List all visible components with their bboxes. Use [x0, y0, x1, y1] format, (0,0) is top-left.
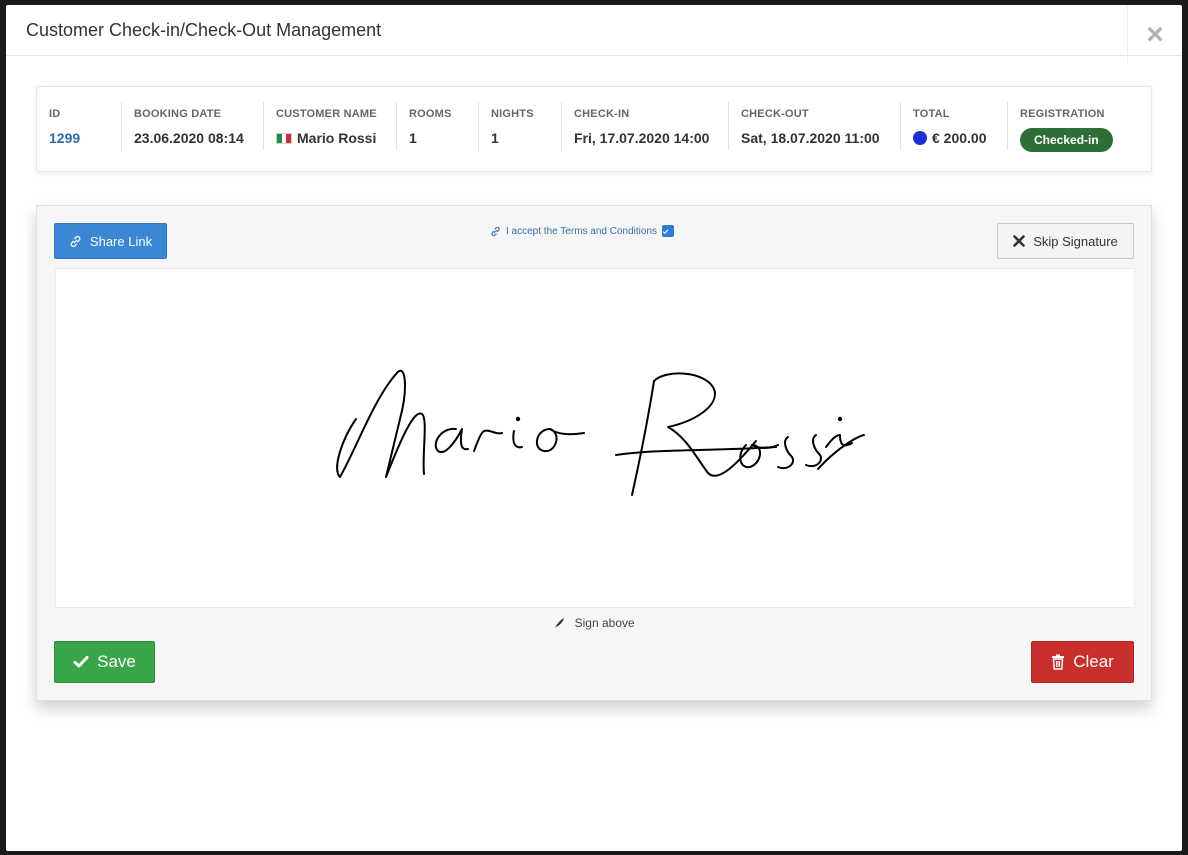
link-icon — [491, 226, 500, 236]
check-in-value: Fri, 17.07.2020 14:00 — [574, 130, 710, 146]
id-label: ID — [49, 108, 61, 120]
share-link-label: Share Link — [89, 233, 153, 249]
payment-status-dot-icon — [913, 131, 927, 145]
booking-date-value: 23.06.2020 08:14 — [134, 130, 244, 146]
customer-name-value: Mario Rossi — [297, 130, 377, 146]
sign-above-text: Sign above — [574, 616, 635, 630]
nights-label: NIGHTS — [491, 108, 534, 120]
save-button[interactable]: Save — [54, 641, 155, 683]
modal-header: Customer Check-in/Check-Out Management × — [6, 5, 1182, 63]
checkmark-icon — [73, 656, 89, 668]
trash-icon — [1052, 654, 1065, 670]
customer-name-label: CUSTOMER NAME — [276, 108, 377, 120]
sign-above-hint: Sign above — [37, 616, 1151, 630]
checkin-modal: Customer Check-in/Check-Out Management ×… — [6, 5, 1182, 851]
summary-id: ID 1299 — [37, 102, 121, 150]
signature-panel: Share Link I accept the Terms and Condit… — [36, 205, 1152, 701]
save-label: Save — [97, 652, 136, 671]
total-value: € 200.00 — [932, 130, 987, 146]
customer-name-row: Mario Rossi — [276, 130, 377, 146]
skip-signature-label: Skip Signature — [1033, 233, 1118, 249]
summary-customer-name: CUSTOMER NAME Mario Rossi — [263, 102, 397, 150]
clear-button[interactable]: Clear — [1031, 641, 1134, 683]
booking-summary: ID 1299 BOOKING DATE 23.06.2020 08:14 CU… — [36, 86, 1152, 172]
check-out-label: CHECK-OUT — [741, 108, 809, 120]
skip-signature-button[interactable]: Skip Signature — [997, 223, 1134, 259]
checkmark-icon — [662, 228, 669, 234]
share-link-button[interactable]: Share Link — [54, 223, 167, 259]
feather-pen-icon — [555, 618, 565, 628]
total-label: TOTAL — [913, 108, 950, 120]
registration-label: REGISTRATION — [1020, 108, 1105, 120]
signature-canvas[interactable] — [55, 268, 1135, 608]
summary-check-out: CHECK-OUT Sat, 18.07.2020 11:00 — [728, 102, 901, 150]
close-icon — [1013, 235, 1026, 247]
modal-title: Customer Check-in/Check-Out Management — [26, 20, 382, 40]
total-row: € 200.00 — [913, 130, 987, 146]
check-in-label: CHECK-IN — [574, 108, 630, 120]
italy-flag-icon — [276, 132, 292, 144]
terms-link[interactable]: I accept the Terms and Conditions — [506, 226, 657, 237]
booking-date-label: BOOKING DATE — [134, 108, 222, 120]
nights-value: 1 — [491, 130, 499, 146]
booking-id-link[interactable]: 1299 — [49, 130, 80, 146]
handwritten-signature — [336, 369, 865, 496]
summary-rooms: ROOMS 1 — [396, 102, 479, 150]
link-icon — [70, 235, 81, 247]
rooms-label: ROOMS — [409, 108, 452, 120]
registration-status-badge: Checked-in — [1020, 128, 1113, 152]
rooms-value: 1 — [409, 130, 417, 146]
summary-total: TOTAL € 200.00 — [900, 102, 1008, 150]
registration-row: Checked-in — [1020, 128, 1113, 152]
terms-checkbox[interactable] — [662, 225, 675, 237]
summary-registration: REGISTRATION Checked-in — [1007, 102, 1148, 152]
check-out-value: Sat, 18.07.2020 11:00 — [741, 130, 880, 146]
terms-row: I accept the Terms and Conditions — [490, 225, 675, 237]
summary-booking-date: BOOKING DATE 23.06.2020 08:14 — [121, 102, 264, 150]
summary-check-in: CHECK-IN Fri, 17.07.2020 14:00 — [561, 102, 729, 150]
clear-label: Clear — [1073, 652, 1114, 671]
summary-nights: NIGHTS 1 — [478, 102, 562, 150]
close-icon[interactable]: × — [1127, 5, 1182, 63]
